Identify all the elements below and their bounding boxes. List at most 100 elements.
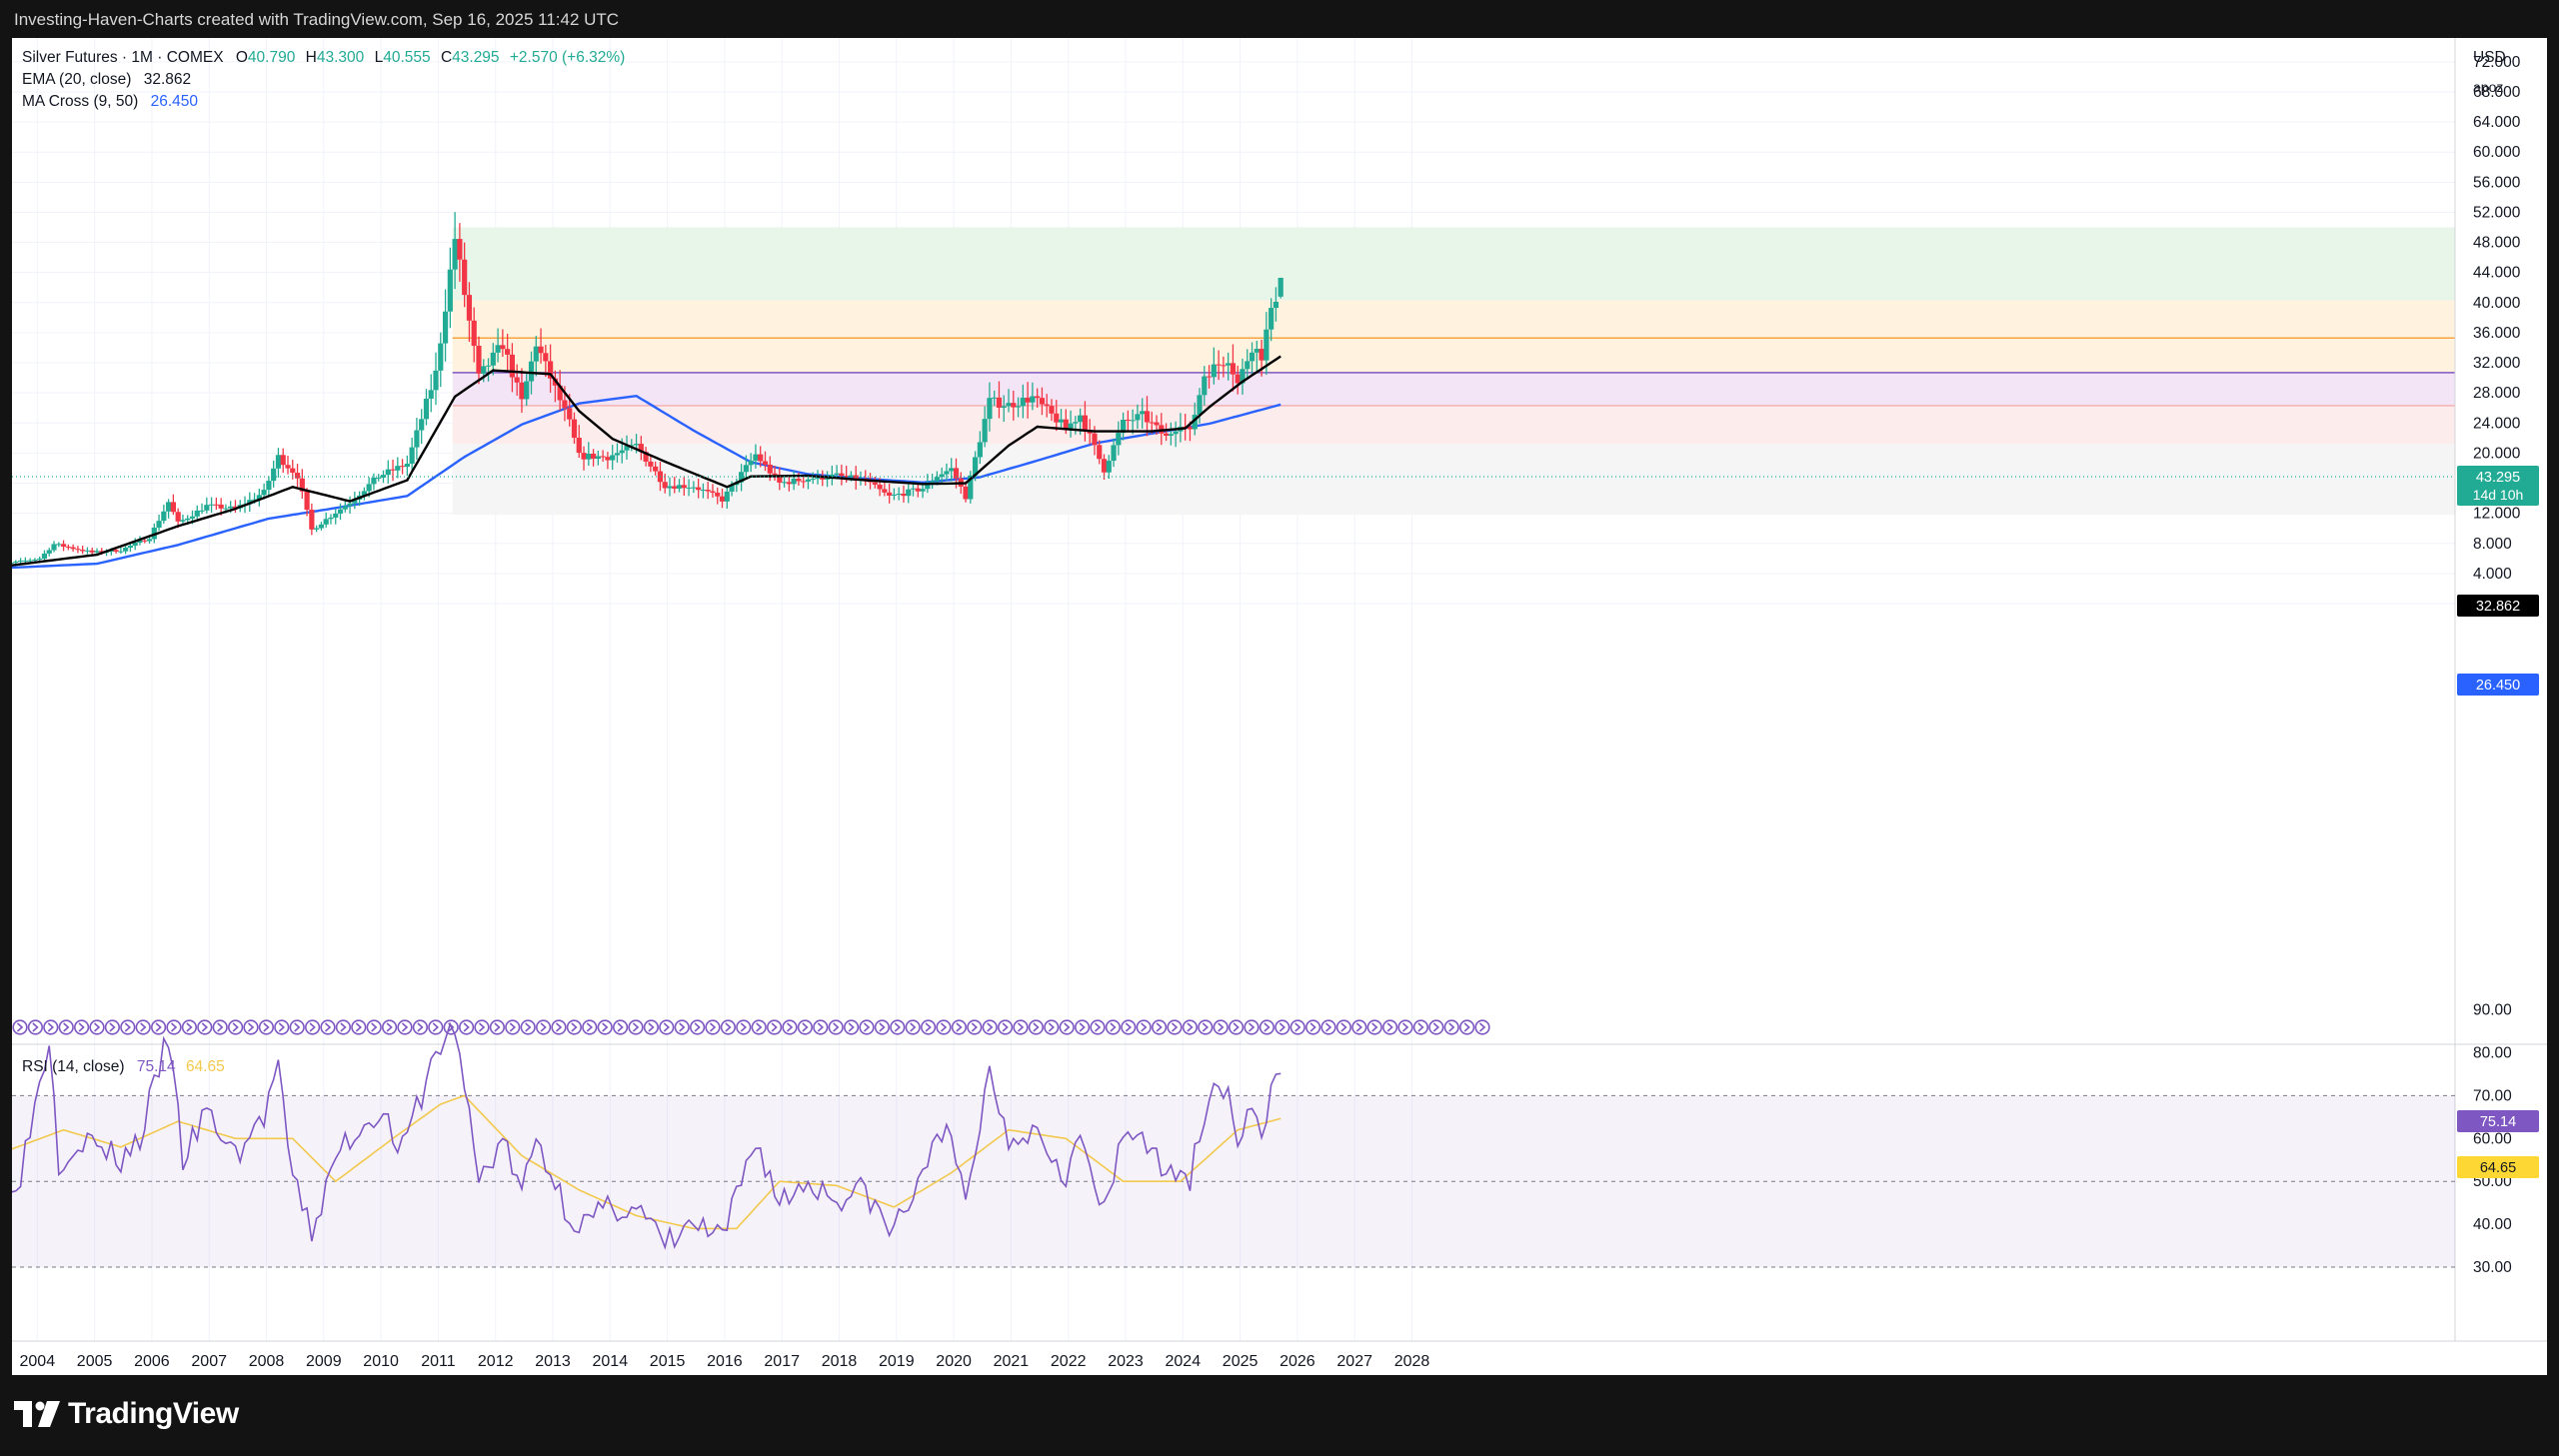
dividend-event-icon[interactable] [212,1019,228,1035]
dividend-event-icon[interactable] [920,1019,937,1035]
dividend-event-icon[interactable] [505,1019,521,1035]
dividend-event-icon[interactable] [1198,1019,1214,1035]
dividend-event-icon[interactable] [1090,1019,1106,1035]
dividend-event-icon[interactable] [535,1019,552,1035]
dividend-event-icon[interactable] [1289,1019,1305,1035]
dividend-event-icon[interactable] [1167,1019,1183,1035]
dividend-event-icon[interactable] [643,1019,660,1035]
dividend-event-icon[interactable] [1366,1019,1382,1035]
dividend-event-icon[interactable] [859,1019,875,1035]
dividend-event-icon[interactable] [843,1019,860,1035]
dividend-event-icon[interactable] [1244,1019,1260,1035]
dividend-event-icon[interactable] [874,1019,891,1035]
dividend-event-icon[interactable] [720,1019,737,1035]
dividend-event-icon[interactable] [27,1019,43,1035]
dividend-event-icon[interactable] [828,1019,844,1035]
dividend-event-icon[interactable] [1182,1019,1198,1035]
dividend-event-icon[interactable] [351,1019,367,1035]
dividend-event-icon[interactable] [1428,1019,1444,1035]
dividend-event-icon[interactable] [1074,1019,1091,1035]
dividend-event-icon[interactable] [1458,1019,1475,1035]
dividend-event-icon[interactable] [1381,1019,1398,1035]
dividend-event-icon[interactable] [459,1019,475,1035]
dividend-event-icon[interactable] [1228,1019,1245,1035]
dividend-event-icon[interactable] [736,1019,752,1035]
dividend-event-icon[interactable] [751,1019,767,1035]
dividend-event-icon[interactable] [659,1019,675,1035]
dividend-event-icon[interactable] [166,1019,182,1035]
dividend-event-icon[interactable] [612,1019,629,1035]
dividend-event-icon[interactable] [1044,1019,1060,1035]
dividend-event-icon[interactable] [120,1019,136,1035]
dividend-event-icon[interactable] [1335,1019,1351,1035]
dividend-event-icon[interactable] [181,1019,197,1035]
dividend-event-icon[interactable] [1443,1019,1459,1035]
dividend-event-icon[interactable] [228,1019,244,1035]
dividend-event-icon[interactable] [320,1019,336,1035]
dividend-event-icon[interactable] [782,1019,798,1035]
tradingview-logo[interactable]: TradingView [14,1397,239,1431]
dividend-event-icon[interactable] [936,1019,952,1035]
dividend-event-icon[interactable] [766,1019,783,1035]
dividend-event-icon[interactable] [705,1019,721,1035]
dividend-event-icon[interactable] [997,1019,1014,1035]
dividend-event-icon[interactable] [1105,1019,1121,1035]
dividend-event-icon[interactable] [397,1019,413,1035]
dividend-event-icon[interactable] [1121,1019,1137,1035]
dividend-event-icon[interactable] [289,1019,305,1035]
dividend-event-icon[interactable] [905,1019,921,1035]
dividend-event-icon[interactable] [89,1019,105,1035]
time-axis[interactable]: 0320042005200620072008200920102011201220… [12,1353,1430,1370]
dividend-event-icon[interactable] [151,1019,167,1035]
dividend-event-icon[interactable] [520,1019,536,1035]
dividend-event-icon[interactable] [382,1019,398,1035]
dividend-event-icon[interactable] [628,1019,644,1035]
dividend-event-icon[interactable] [274,1019,290,1035]
dividend-event-icon[interactable] [813,1019,829,1035]
dividend-event-icon[interactable] [1059,1019,1075,1035]
dividend-event-icon[interactable] [1028,1019,1045,1035]
dividend-event-icon[interactable] [1320,1019,1336,1035]
dividend-event-icon[interactable] [1275,1019,1290,1035]
dividend-event-icon[interactable] [797,1019,814,1035]
dividend-event-icon[interactable] [258,1019,274,1035]
dividend-event-icon[interactable] [566,1019,583,1035]
dividend-event-icon[interactable] [474,1019,490,1035]
dividend-event-icon[interactable] [1412,1019,1428,1035]
dividend-event-icon[interactable] [689,1019,706,1035]
dividend-event-icon[interactable] [12,1019,28,1035]
dividend-event-icon[interactable] [305,1019,321,1035]
rsi-axis[interactable]: 90.0080.0070.0060.0050.0040.0030.00 [2473,1002,2512,1276]
dividend-event-icon[interactable] [1136,1019,1152,1035]
chart-frame[interactable]: Silver Futures · 1M · COMEX O40.790 H43.… [0,38,2547,1375]
dividend-event-icon[interactable] [428,1019,444,1035]
dividend-event-icon[interactable] [104,1019,120,1035]
dividend-event-icon[interactable] [1397,1019,1413,1035]
dividend-event-icon[interactable] [982,1019,998,1035]
dividend-event-icon[interactable] [243,1019,259,1035]
dividend-event-icon[interactable] [197,1019,213,1035]
dividend-event-icon[interactable] [597,1019,613,1035]
dividend-event-icon[interactable] [412,1019,429,1035]
dividend-event-icon[interactable] [335,1019,352,1035]
price-axis[interactable]: USD apoz 72.00068.00064.00060.00056.0005… [2473,49,2521,613]
dividend-event-icon[interactable] [1259,1019,1275,1035]
dividend-event-icon[interactable] [967,1019,983,1035]
dividend-event-icon[interactable] [58,1019,74,1035]
dividend-event-icon[interactable] [1151,1019,1168,1035]
dividend-event-icon[interactable] [1351,1019,1367,1035]
dividend-event-icon[interactable] [582,1019,598,1035]
dividend-event-icon[interactable] [366,1019,382,1035]
dividend-event-icon[interactable] [135,1019,151,1035]
dividend-event-icon[interactable] [73,1019,90,1035]
dividend-event-icon[interactable] [1474,1019,1490,1035]
dividend-event-icon[interactable] [1013,1019,1029,1035]
dividend-event-icon[interactable] [1213,1019,1229,1035]
dividend-event-icon[interactable] [489,1019,506,1035]
dividend-event-icon[interactable] [43,1019,59,1035]
dividend-event-icon[interactable] [890,1019,906,1035]
chart-canvas[interactable]: Silver Futures · 1M · COMEX O40.790 H43.… [0,38,2547,1375]
dividend-event-icon[interactable] [674,1019,690,1035]
dividend-event-icon[interactable] [1304,1019,1321,1035]
dividend-event-icon[interactable] [951,1019,968,1035]
